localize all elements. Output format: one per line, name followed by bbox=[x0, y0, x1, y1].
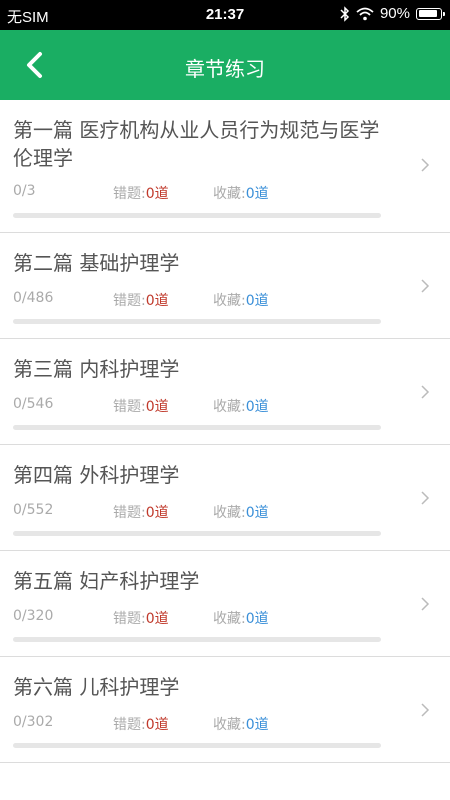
fav-count: 收藏:0道 bbox=[213, 611, 269, 627]
status-bar: 无SIM 21:37 90% bbox=[0, 0, 450, 30]
chapter-item[interactable]: 第五篇 妇产科护理学 0/320 错题:0道 收藏:0道 bbox=[0, 551, 450, 657]
chevron-right-icon bbox=[421, 491, 430, 505]
chapter-item[interactable]: 第一篇 医疗机构从业人员行为规范与医学伦理学 0/3 错题:0道 收藏:0道 bbox=[0, 100, 450, 233]
nav-bar: 章节练习 bbox=[0, 30, 450, 100]
wrong-count: 错题:0道 bbox=[113, 505, 169, 521]
chapter-name: 第四篇 外科护理学 bbox=[13, 463, 180, 487]
wrong-count: 错题:0道 bbox=[113, 186, 169, 202]
chapter-item[interactable]: 第六篇 儿科护理学 0/302 错题:0道 收藏:0道 bbox=[0, 657, 450, 763]
chapter-name: 第一篇 医疗机构从业人员行为规范与医学伦理学 bbox=[13, 118, 380, 170]
fav-count: 收藏:0道 bbox=[213, 186, 269, 202]
chapter-stats: 0/546 错题:0道 收藏:0道 bbox=[13, 396, 413, 416]
progress-count: 0/3 bbox=[13, 183, 36, 199]
chapter-item[interactable]: 第三篇 内科护理学 0/546 错题:0道 收藏:0道 bbox=[0, 339, 450, 445]
chevron-right-icon bbox=[421, 158, 430, 172]
chevron-right-icon bbox=[421, 597, 430, 611]
chapter-name: 第三篇 内科护理学 bbox=[13, 357, 180, 381]
chapter-stats: 0/3 错题:0道 收藏:0道 bbox=[13, 183, 413, 203]
progress-bar bbox=[13, 531, 381, 536]
chapter-stats: 0/552 错题:0道 收藏:0道 bbox=[13, 502, 413, 522]
page-title: 章节练习 bbox=[185, 57, 265, 81]
chapter-name: 第二篇 基础护理学 bbox=[13, 251, 180, 275]
chevron-right-icon bbox=[421, 703, 430, 717]
progress-bar bbox=[13, 319, 381, 324]
chapter-item[interactable]: 第二篇 基础护理学 0/486 错题:0道 收藏:0道 bbox=[0, 233, 450, 339]
battery-icon bbox=[416, 7, 445, 20]
progress-count: 0/320 bbox=[13, 608, 54, 624]
wrong-count: 错题:0道 bbox=[113, 399, 169, 415]
progress-bar bbox=[13, 213, 381, 218]
progress-bar bbox=[13, 425, 381, 430]
progress-count: 0/302 bbox=[13, 714, 54, 730]
chapter-list: 第一篇 医疗机构从业人员行为规范与医学伦理学 0/3 错题:0道 收藏:0道 第… bbox=[0, 100, 450, 763]
battery-percent: 90% bbox=[379, 5, 410, 22]
wifi-icon bbox=[356, 7, 374, 20]
fav-count: 收藏:0道 bbox=[213, 293, 269, 309]
bluetooth-icon bbox=[340, 5, 350, 22]
fav-count: 收藏:0道 bbox=[213, 505, 269, 521]
wrong-count: 错题:0道 bbox=[113, 293, 169, 309]
progress-count: 0/552 bbox=[13, 502, 54, 518]
progress-bar bbox=[13, 743, 381, 748]
fav-count: 收藏:0道 bbox=[213, 717, 269, 733]
chapter-stats: 0/320 错题:0道 收藏:0道 bbox=[13, 608, 413, 628]
chevron-right-icon bbox=[421, 279, 430, 293]
wrong-count: 错题:0道 bbox=[113, 611, 169, 627]
chapter-stats: 0/302 错题:0道 收藏:0道 bbox=[13, 714, 413, 734]
progress-bar bbox=[13, 637, 381, 642]
fav-count: 收藏:0道 bbox=[213, 399, 269, 415]
progress-count: 0/486 bbox=[13, 290, 54, 306]
chapter-name: 第六篇 儿科护理学 bbox=[13, 675, 180, 699]
wrong-count: 错题:0道 bbox=[113, 717, 169, 733]
chapter-stats: 0/486 错题:0道 收藏:0道 bbox=[13, 290, 413, 310]
chapter-item[interactable]: 第四篇 外科护理学 0/552 错题:0道 收藏:0道 bbox=[0, 445, 450, 551]
chapter-name: 第五篇 妇产科护理学 bbox=[13, 569, 200, 593]
status-right: 90% bbox=[340, 5, 445, 22]
progress-count: 0/546 bbox=[13, 396, 54, 412]
chevron-right-icon bbox=[421, 385, 430, 399]
